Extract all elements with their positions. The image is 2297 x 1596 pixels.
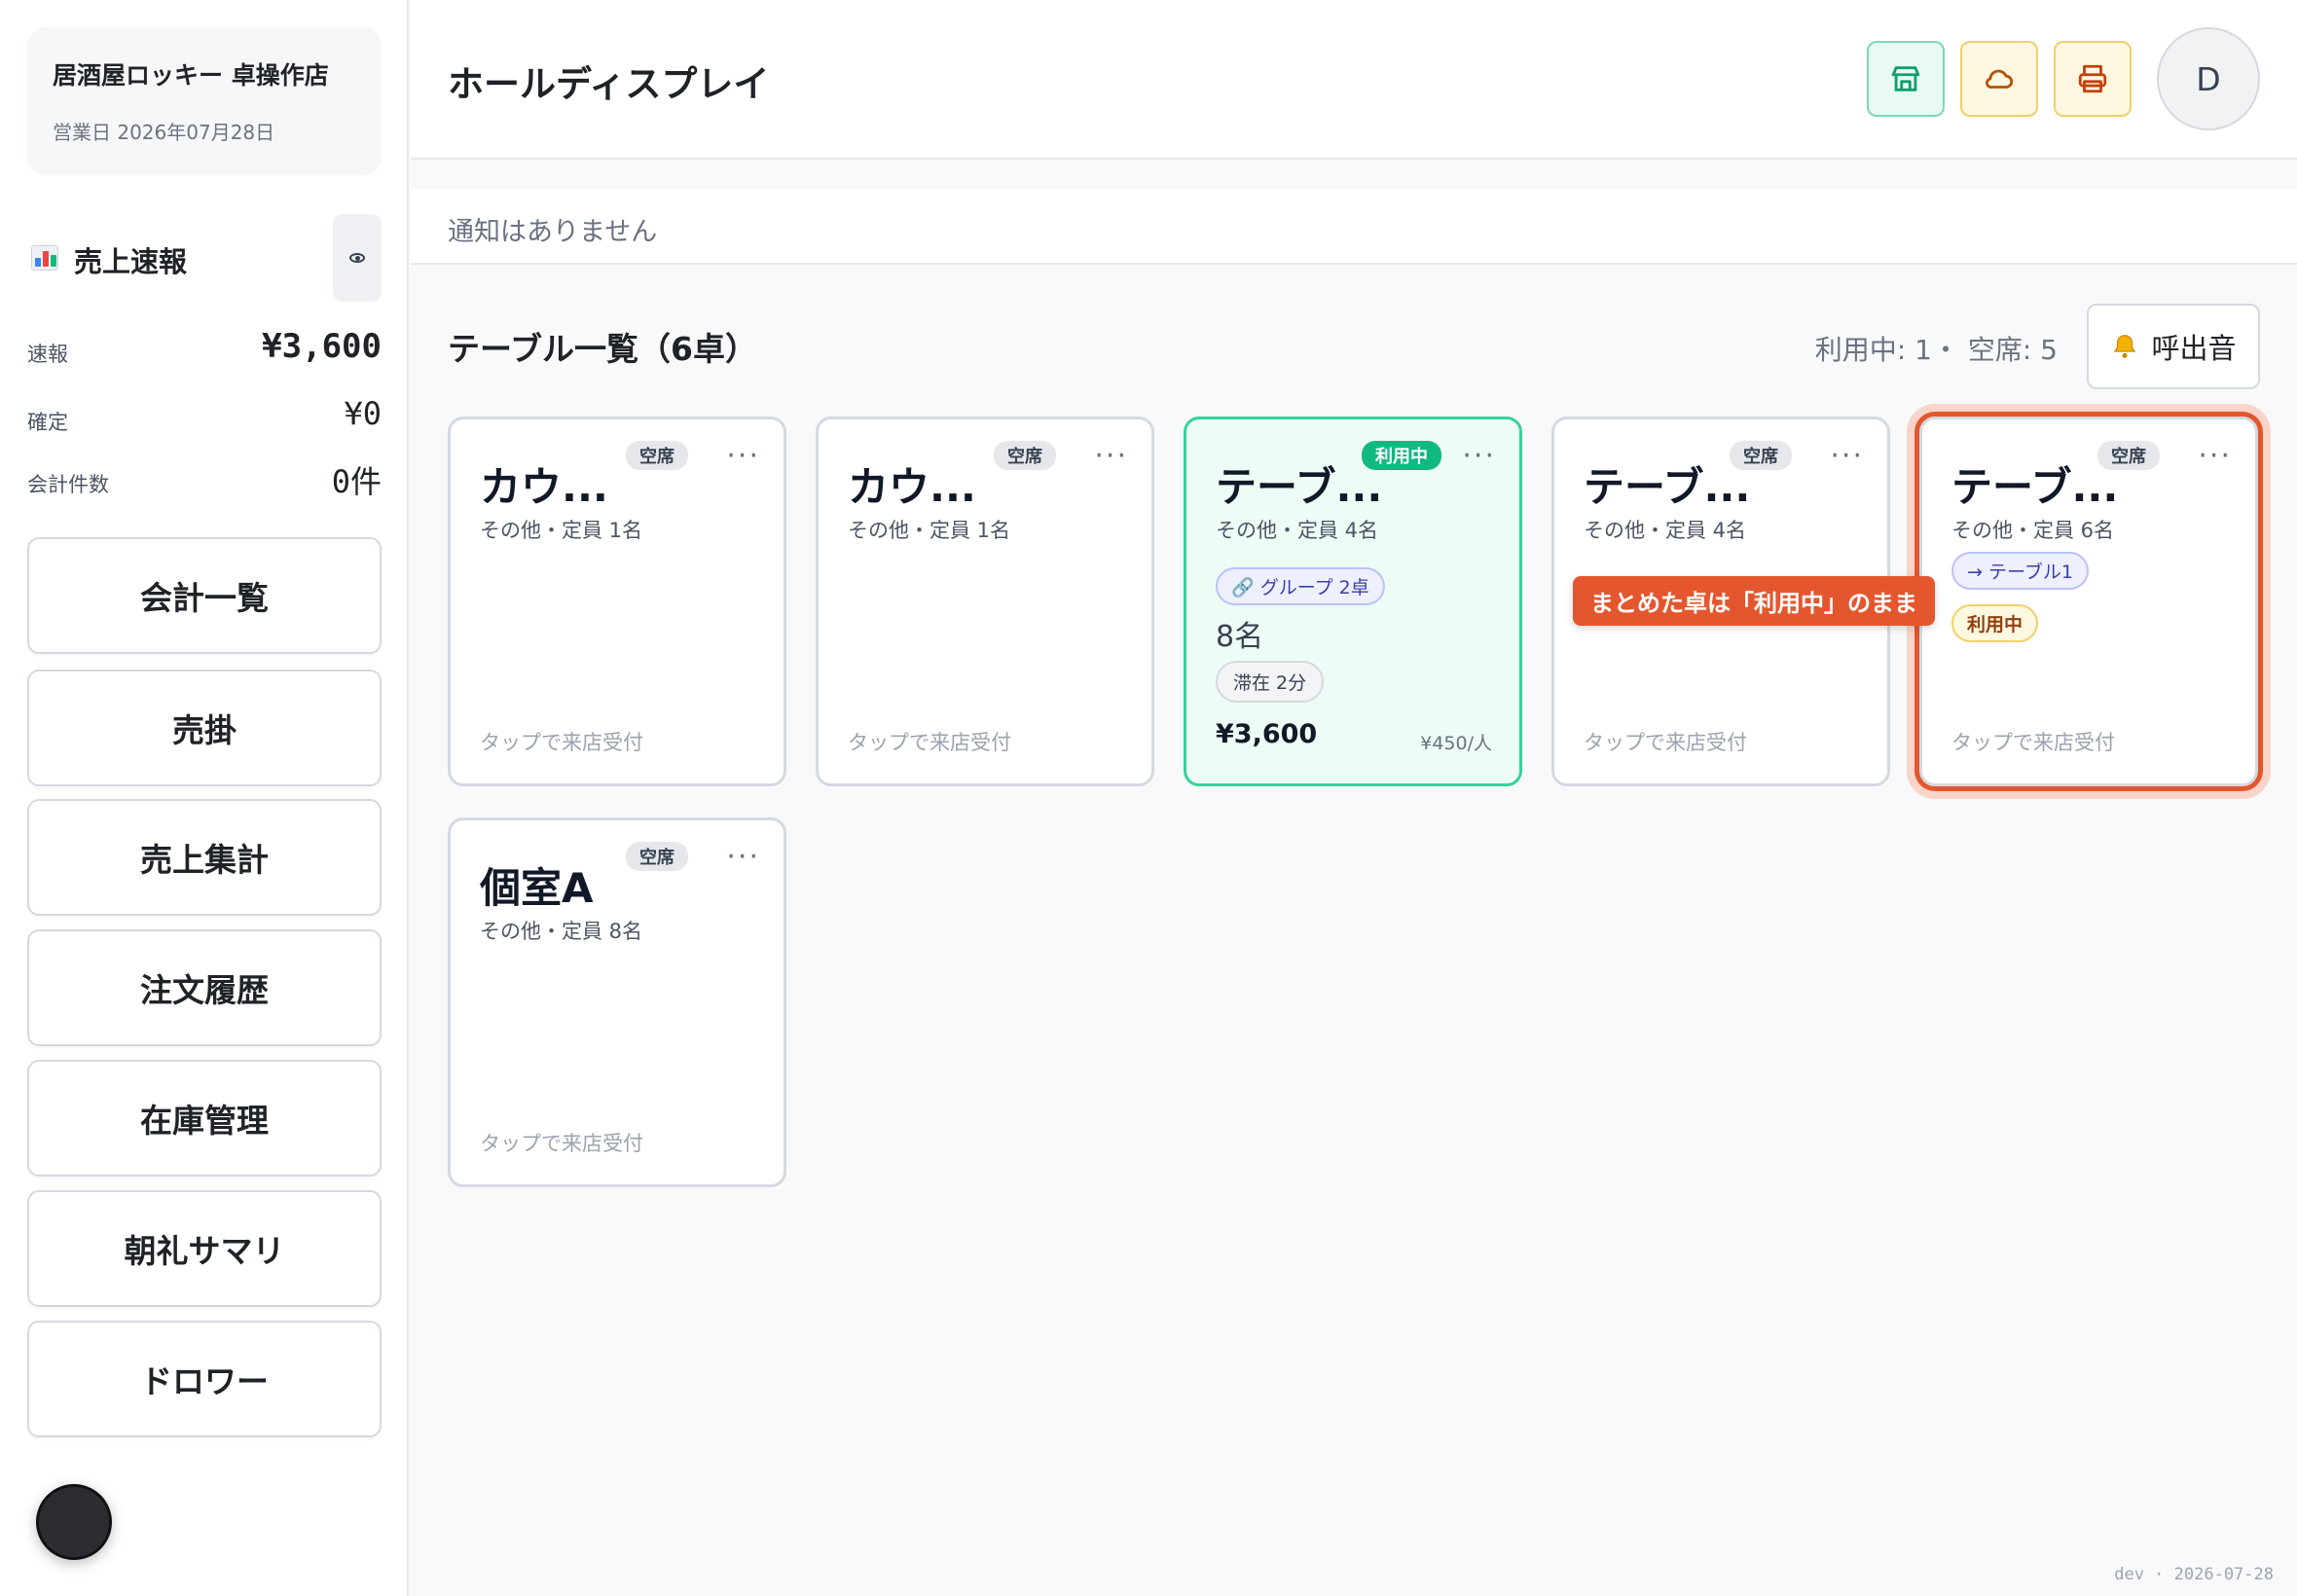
eye-icon bbox=[349, 253, 365, 263]
merged-table-callout: まとめた卓は「利用中」のまま bbox=[1573, 576, 1935, 626]
tap-hint: タップで来店受付 bbox=[848, 731, 1011, 754]
toggle-visibility-button[interactable] bbox=[333, 214, 382, 302]
store-name: 居酒屋ロッキー 卓操作店 bbox=[53, 61, 329, 90]
nav-credit-sales-button[interactable]: 売掛 bbox=[27, 670, 382, 786]
status-badge: 空席 bbox=[626, 842, 688, 871]
bar-chart-icon bbox=[31, 245, 58, 271]
table-name: カウ... bbox=[480, 463, 608, 511]
version-label: dev · 2026-07-28 bbox=[2114, 1565, 2274, 1584]
stat-label: 確定 bbox=[27, 411, 68, 434]
more-menu-button[interactable]: ··· bbox=[1830, 439, 1864, 473]
table-info: その他・定員 6名 bbox=[1951, 519, 2115, 542]
stat-value: 0件 bbox=[331, 463, 382, 500]
more-menu-button[interactable]: ··· bbox=[726, 439, 760, 473]
stat-value: ¥3,600 bbox=[262, 327, 382, 366]
nav-checkout-list-button[interactable]: 会計一覧 bbox=[27, 537, 382, 654]
tap-hint: タップで来店受付 bbox=[1584, 731, 1747, 754]
table-card[interactable]: カウ... 空席 ··· その他・定員 1名 タップで来店受付 bbox=[448, 417, 786, 786]
table-card[interactable]: 個室A 空席 ··· その他・定員 8名 タップで来店受付 bbox=[448, 817, 786, 1187]
floating-assistive-button[interactable] bbox=[36, 1484, 112, 1560]
store-icon bbox=[1891, 66, 1920, 91]
nav-order-history-button[interactable]: 注文履歴 bbox=[27, 929, 382, 1046]
table-name: テーブ... bbox=[1584, 463, 1751, 511]
header: ホールディスプレイ D bbox=[411, 0, 2297, 160]
group-label: グループ 2卓 bbox=[1259, 577, 1369, 598]
status-badge: 空席 bbox=[1730, 441, 1792, 470]
table-info: その他・定員 1名 bbox=[480, 519, 643, 542]
sales-summary-header: 売上速報 bbox=[29, 214, 382, 302]
more-menu-button[interactable]: ··· bbox=[726, 840, 760, 874]
per-person-amount: ¥450/人 bbox=[1420, 733, 1492, 754]
nav-morning-summary-button[interactable]: 朝礼サマリ bbox=[27, 1190, 382, 1307]
guest-count: 8名 bbox=[1216, 620, 1264, 654]
user-avatar[interactable]: D bbox=[2157, 27, 2260, 130]
status-badge: 空席 bbox=[2097, 441, 2160, 470]
table-name: カウ... bbox=[848, 463, 976, 511]
sales-summary-title: 売上速報 bbox=[74, 245, 188, 278]
more-menu-button[interactable]: ··· bbox=[1094, 439, 1128, 473]
nav-drawer-button[interactable]: ドロワー bbox=[27, 1321, 382, 1437]
more-menu-button[interactable]: ··· bbox=[1462, 439, 1496, 473]
status-badge: 空席 bbox=[994, 441, 1056, 470]
more-menu-button[interactable]: ··· bbox=[2198, 439, 2232, 473]
status-badge: 利用中 bbox=[1362, 441, 1441, 470]
sidebar: 居酒屋ロッキー 卓操作店 営業日 2026年07月28日 売上速報 速報 ¥3,… bbox=[0, 0, 409, 1596]
cloud-icon bbox=[1986, 69, 2014, 89]
stat-row-checkout-count: 会計件数 0件 bbox=[27, 452, 382, 500]
stat-row-confirmed: 確定 ¥0 bbox=[27, 389, 382, 438]
table-card-merged[interactable]: テーブ... 空席 ··· その他・定員 6名 → テーブル1 利用中 タップで… bbox=[1919, 417, 2258, 786]
stat-row-flash: 速報 ¥3,600 bbox=[27, 321, 382, 370]
stay-time-chip: 滞在 2分 bbox=[1216, 661, 1325, 703]
notification-bar: 通知はありません bbox=[411, 189, 2297, 265]
table-info: その他・定員 4名 bbox=[1216, 519, 1379, 542]
print-button[interactable] bbox=[2054, 41, 2132, 117]
tap-hint: タップで来店受付 bbox=[480, 1132, 643, 1155]
link-icon: 🔗 bbox=[1231, 577, 1260, 598]
table-name: 個室A bbox=[480, 864, 594, 912]
bell-icon bbox=[2114, 335, 2136, 358]
cloud-sync-button[interactable] bbox=[1960, 41, 2038, 117]
page-title: ホールディスプレイ bbox=[448, 63, 770, 105]
stat-value: ¥0 bbox=[344, 395, 382, 432]
table-amount: ¥3,600 bbox=[1216, 719, 1318, 749]
call-sound-button[interactable]: 呼出音 bbox=[2087, 304, 2260, 389]
stat-label: 会計件数 bbox=[27, 473, 109, 496]
table-info: その他・定員 8名 bbox=[480, 920, 643, 943]
store-card: 居酒屋ロッキー 卓操作店 営業日 2026年07月28日 bbox=[27, 27, 382, 175]
store-button[interactable] bbox=[1867, 41, 1945, 117]
status-badge: 空席 bbox=[626, 441, 688, 470]
in-use-chip: 利用中 bbox=[1951, 604, 2039, 642]
group-chip: 🔗 グループ 2卓 bbox=[1216, 567, 1385, 605]
table-info: その他・定員 1名 bbox=[848, 519, 1011, 542]
occupancy-summary: 利用中: 1・ 空席: 5 bbox=[1814, 334, 2058, 366]
nav-sales-summary-button[interactable]: 売上集計 bbox=[27, 799, 382, 916]
table-card[interactable]: カウ... 空席 ··· その他・定員 1名 タップで来店受付 bbox=[816, 417, 1154, 786]
table-list-title: テーブル一覧（6卓） bbox=[448, 330, 757, 368]
merged-target-chip: → テーブル1 bbox=[1951, 552, 2089, 590]
stat-label: 速報 bbox=[27, 343, 68, 366]
printer-icon bbox=[2078, 64, 2107, 93]
notification-text: 通知はありません bbox=[448, 217, 658, 247]
business-day: 営業日 2026年07月28日 bbox=[53, 121, 275, 144]
table-info: その他・定員 4名 bbox=[1584, 519, 1747, 542]
table-name: テーブ... bbox=[1216, 463, 1383, 511]
tap-hint: タップで来店受付 bbox=[1951, 731, 2115, 754]
tap-hint: タップで来店受付 bbox=[480, 731, 643, 754]
nav-inventory-button[interactable]: 在庫管理 bbox=[27, 1060, 382, 1177]
table-card-occupied[interactable]: テーブ... 利用中 ··· その他・定員 4名 🔗 グループ 2卓 8名 滞在… bbox=[1184, 417, 1522, 786]
table-name: テーブ... bbox=[1951, 463, 2119, 511]
call-sound-label: 呼出音 bbox=[2151, 332, 2237, 365]
